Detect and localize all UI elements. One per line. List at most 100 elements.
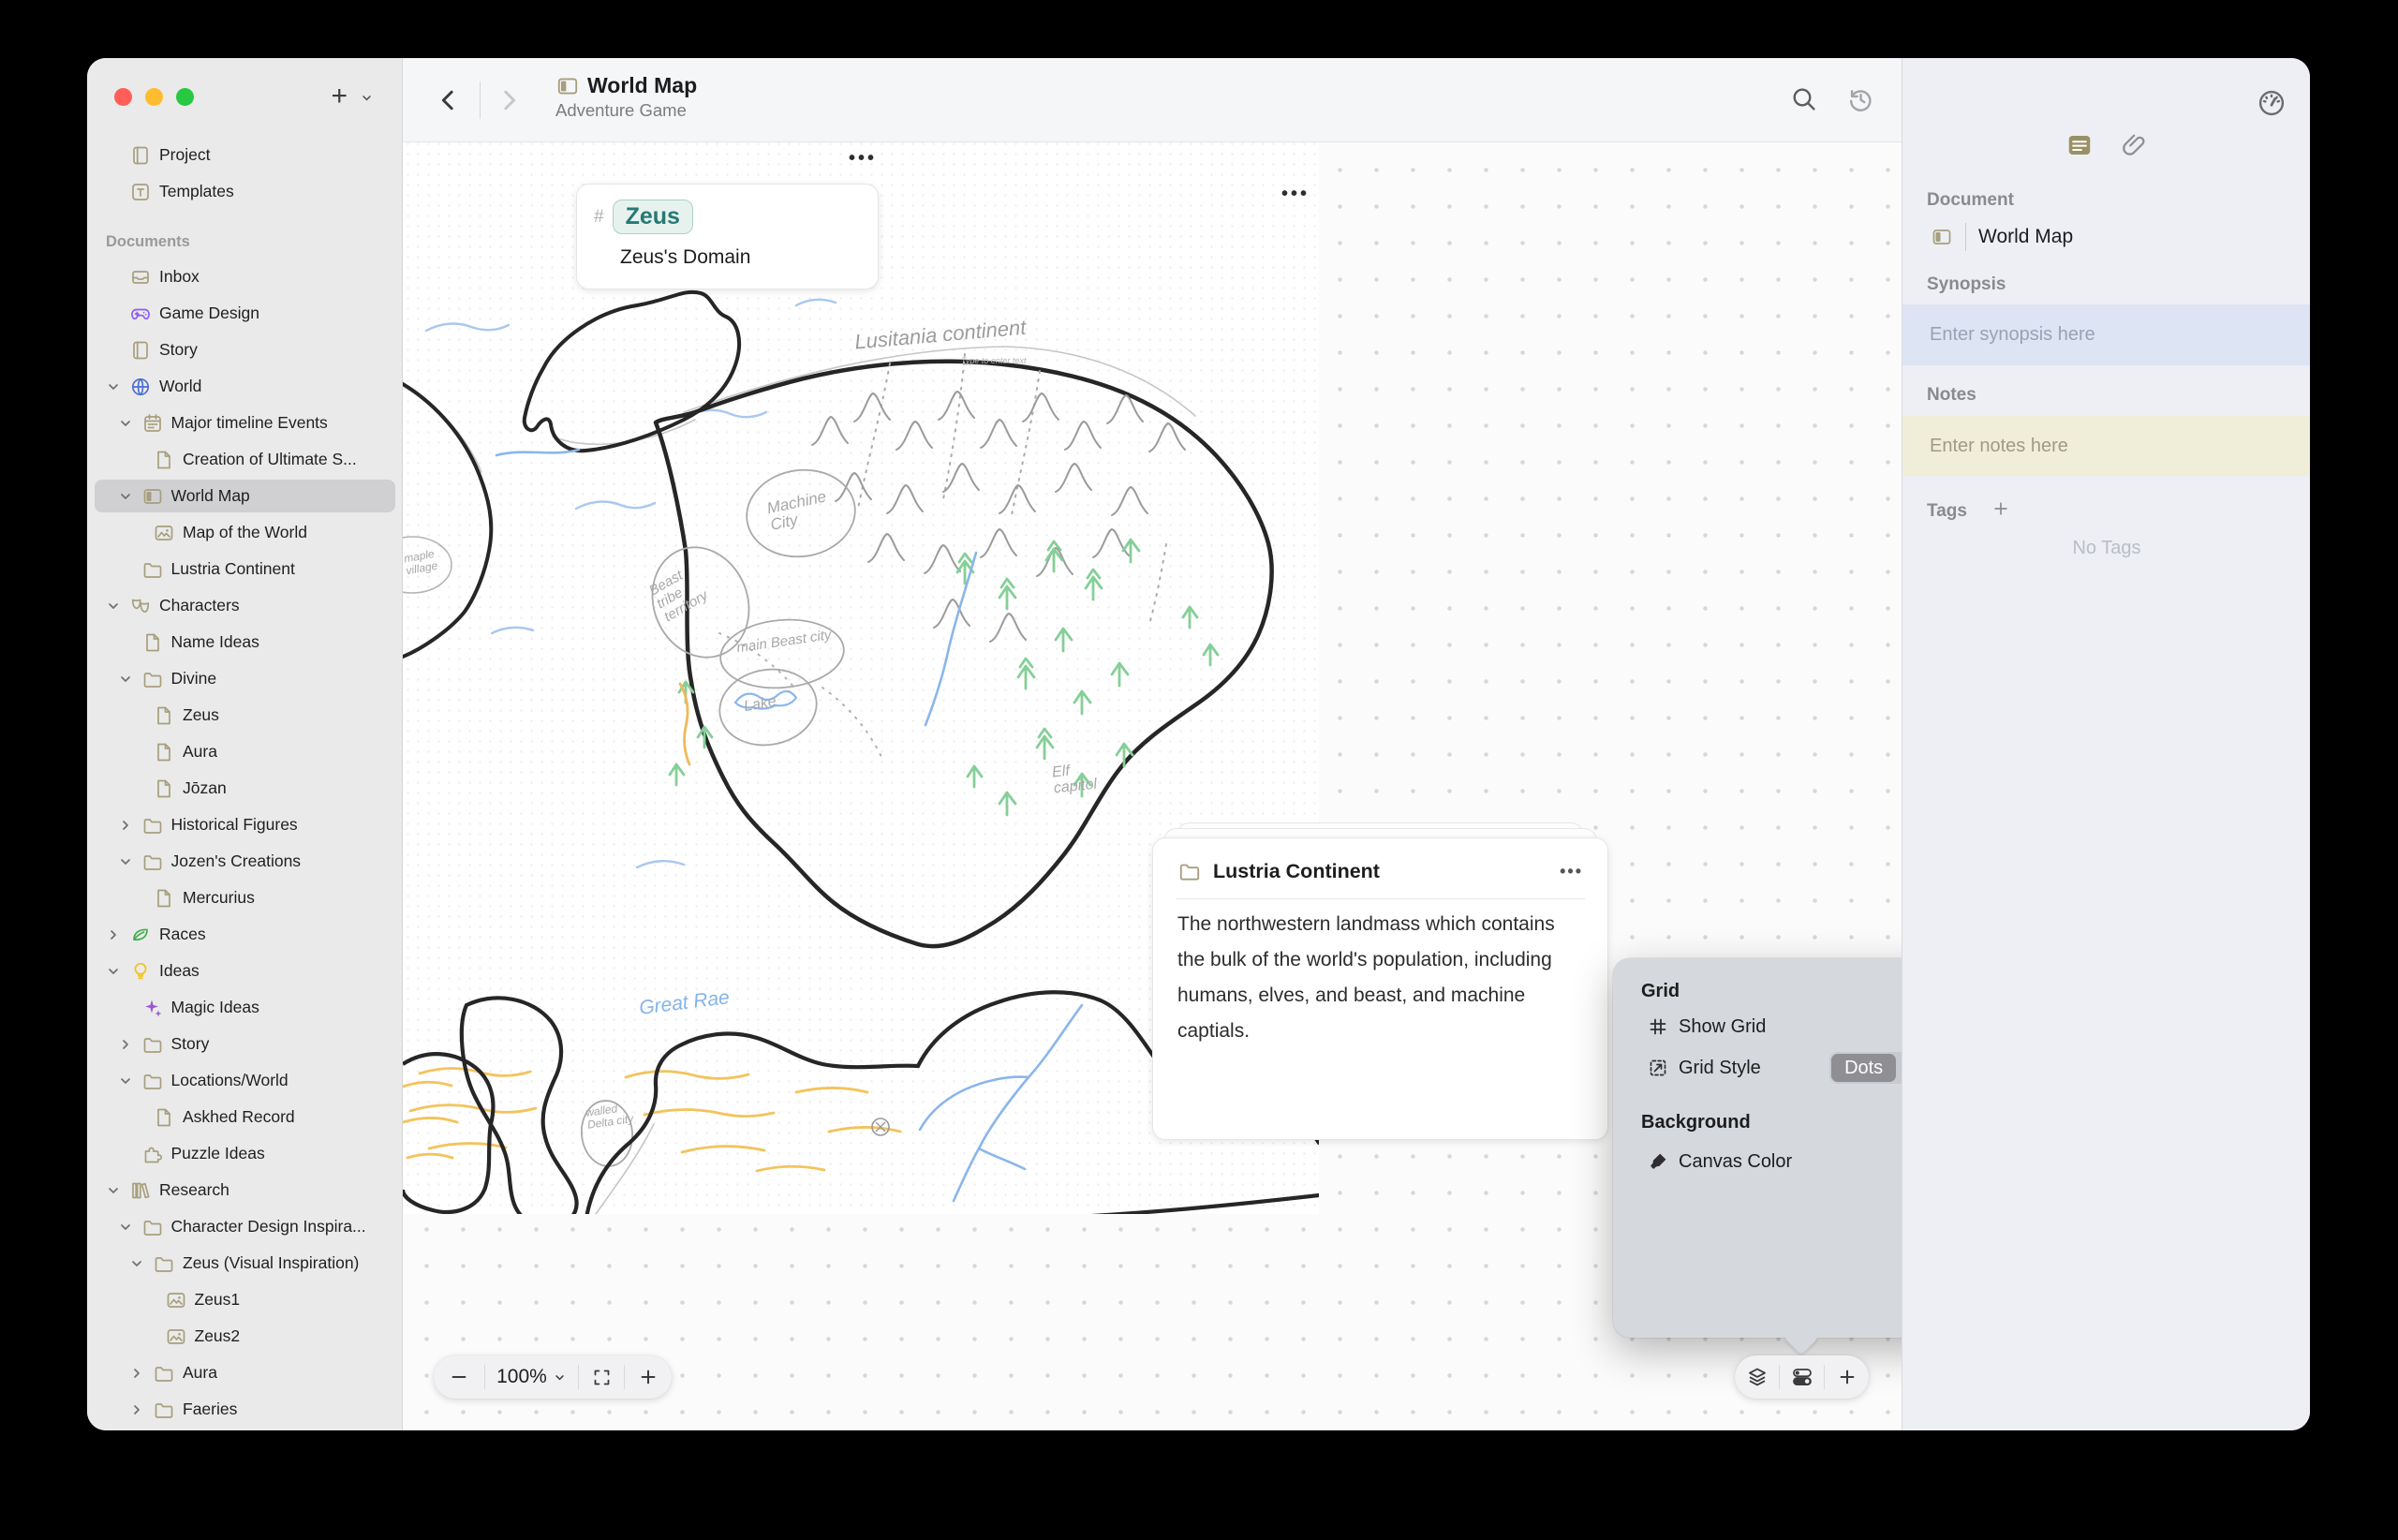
chevron-down-icon[interactable] — [129, 1256, 153, 1271]
sidebar-item-character-design-inspira[interactable]: Character Design Inspira... — [87, 1208, 403, 1245]
sidebar-item-label: Historical Figures — [171, 815, 307, 835]
sidebar-item-creation-of-ultimate-s[interactable]: Creation of Ultimate S... — [87, 441, 403, 478]
sidebar-item-puzzle-ideas[interactable]: Puzzle Ideas — [87, 1135, 403, 1172]
sidebar-item-major-timeline-events[interactable]: Major timeline Events — [87, 405, 403, 441]
book-icon — [129, 339, 152, 362]
add-object-button[interactable] — [1825, 1355, 1869, 1399]
zoom-level-dropdown[interactable]: 100% — [485, 1355, 579, 1399]
chevron-down-icon[interactable] — [118, 1220, 141, 1235]
masks-icon — [129, 595, 152, 617]
sidebar-item-project[interactable]: Project — [87, 137, 403, 173]
forward-button[interactable] — [495, 84, 523, 121]
sidebar-item-ideas[interactable]: Ideas — [87, 953, 403, 989]
chevron-down-icon[interactable] — [106, 599, 129, 614]
sidebar-item-story[interactable]: Story — [87, 332, 403, 368]
layers-icon[interactable] — [1735, 1355, 1779, 1399]
sidebar-item-divine[interactable]: Divine — [87, 660, 403, 697]
history-icon[interactable] — [1845, 84, 1875, 119]
globe-icon — [129, 376, 152, 398]
sidebar-item-story[interactable]: Story — [87, 1026, 403, 1062]
card-menu-button[interactable]: ••• — [1560, 862, 1583, 881]
chevron-down-icon[interactable] — [118, 416, 141, 431]
chevron-right-icon[interactable] — [106, 927, 129, 942]
sidebar-item-world[interactable]: World — [87, 368, 403, 405]
map-object-menu[interactable]: ••• — [1281, 184, 1310, 205]
sidebar-item-locations-world[interactable]: Locations/World — [87, 1062, 403, 1099]
sidebar-item-world-map[interactable]: World Map — [87, 478, 403, 514]
sidebar-item-label: Inbox — [159, 267, 209, 287]
sidebar-item-jozen-s-creations[interactable]: Jozen's Creations — [87, 843, 403, 880]
grid-style-dots-option[interactable]: Dots — [1831, 1054, 1896, 1082]
chevron-down-icon[interactable] — [118, 1074, 141, 1088]
toolbar: World Map Adventure Game — [403, 58, 1902, 142]
sidebar-item-aura[interactable]: Aura — [87, 733, 403, 770]
sidebar-item-characters[interactable]: Characters — [87, 587, 403, 624]
sidebar-item-inbox[interactable]: Inbox — [87, 259, 403, 295]
sidebar-item-name-ideas[interactable]: Name Ideas — [87, 624, 403, 660]
tab-attachments-paperclip-icon[interactable] — [2121, 131, 2149, 159]
sidebar-item-magic-ideas[interactable]: Magic Ideas — [87, 989, 403, 1026]
sidebar-item-templates[interactable]: Templates — [87, 173, 403, 210]
template-icon — [129, 181, 152, 203]
canvas-settings-toggles-icon[interactable] — [1780, 1355, 1824, 1399]
document-row[interactable]: World Map — [1931, 223, 2073, 251]
back-button[interactable] — [435, 84, 463, 121]
sidebar-item-map-of-the-world[interactable]: Map of the World — [87, 514, 403, 551]
doc-icon — [153, 887, 175, 910]
background-heading: Background — [1641, 1112, 1751, 1133]
sidebar-item-historical-figures[interactable]: Historical Figures — [87, 807, 403, 843]
folder-icon — [141, 668, 164, 690]
search-icon[interactable] — [1789, 84, 1819, 119]
notes-input[interactable]: Enter notes here — [1902, 416, 2310, 476]
sidebar-item-j-zan[interactable]: Jōzan — [87, 770, 403, 807]
canvas-icon — [141, 485, 164, 508]
sidebar-item-zeus2[interactable]: Zeus2 — [87, 1318, 403, 1355]
sidebar-item-faeries[interactable]: Faeries — [87, 1391, 403, 1428]
sidebar-item-mercurius[interactable]: Mercurius — [87, 880, 403, 916]
zeus-card-menu[interactable]: ••• — [849, 148, 877, 170]
add-tag-button[interactable] — [1991, 499, 2010, 523]
inspector-panel: Document World Map Synopsis Enter synops… — [1902, 58, 2310, 1430]
sidebar-item-label: Askhed Record — [183, 1107, 304, 1127]
chevron-down-icon[interactable] — [106, 964, 129, 979]
chevron-down-icon[interactable] — [118, 489, 141, 504]
sidebar-item-aura[interactable]: Aura — [87, 1355, 403, 1391]
sidebar-item-research[interactable]: Research — [87, 1172, 403, 1208]
chevron-down-icon[interactable] — [118, 672, 141, 687]
zoom-in-button[interactable] — [625, 1355, 672, 1399]
fit-to-screen-button[interactable] — [579, 1355, 624, 1399]
chevron-down-icon[interactable] — [118, 854, 141, 869]
chevron-right-icon[interactable] — [129, 1402, 153, 1417]
tag-hash: # — [594, 207, 604, 228]
grid-style-icon — [1647, 1057, 1669, 1079]
lustria-continent-card[interactable]: Lustria Continent ••• The northwestern l… — [1152, 837, 1608, 1140]
zeus-card[interactable]: #Zeus Zeus's Domain — [576, 184, 879, 289]
synopsis-input[interactable]: Enter synopsis here — [1902, 304, 2310, 365]
grid-style-lines-option[interactable]: Lines — [1896, 1054, 1902, 1082]
sidebar-item-zeus[interactable]: Zeus — [87, 697, 403, 733]
sidebar-item-lustria-continent[interactable]: Lustria Continent — [87, 551, 403, 587]
divider — [1965, 223, 1966, 251]
chevron-right-icon[interactable] — [118, 818, 141, 833]
map-label-elf-capitol: Elf capitol — [1051, 760, 1116, 797]
sidebar-item-game-design[interactable]: Game Design — [87, 295, 403, 332]
sidebar-item-askhed-record[interactable]: Askhed Record — [87, 1099, 403, 1135]
chevron-down-icon[interactable] — [106, 379, 129, 394]
grid-style-label: Grid Style — [1679, 1058, 1829, 1079]
sidebar-item-label: Major timeline Events — [171, 413, 337, 433]
sidebar-item-zeus-visual-inspiration[interactable]: Zeus (Visual Inspiration) — [87, 1245, 403, 1281]
tab-synopsis-note-icon[interactable] — [2065, 131, 2095, 159]
canvas-color-label: Canvas Color — [1679, 1151, 1902, 1173]
sidebar-item-label: Story — [159, 340, 207, 360]
sidebar-item-label: Zeus — [183, 705, 229, 725]
chevron-right-icon[interactable] — [129, 1366, 153, 1381]
chevron-down-icon[interactable] — [106, 1183, 129, 1198]
zoom-out-button[interactable] — [434, 1355, 484, 1399]
sidebar-item-zeus1[interactable]: Zeus1 — [87, 1281, 403, 1318]
gauge-icon[interactable] — [2256, 87, 2287, 124]
canvas-area[interactable]: Lusitania continentType to enter textMac… — [403, 142, 1902, 1430]
chevron-right-icon[interactable] — [118, 1037, 141, 1052]
sidebar-item-races[interactable]: Races — [87, 916, 403, 953]
zeus-tag-pill[interactable]: Zeus — [613, 200, 693, 234]
bulb-icon — [129, 960, 152, 983]
